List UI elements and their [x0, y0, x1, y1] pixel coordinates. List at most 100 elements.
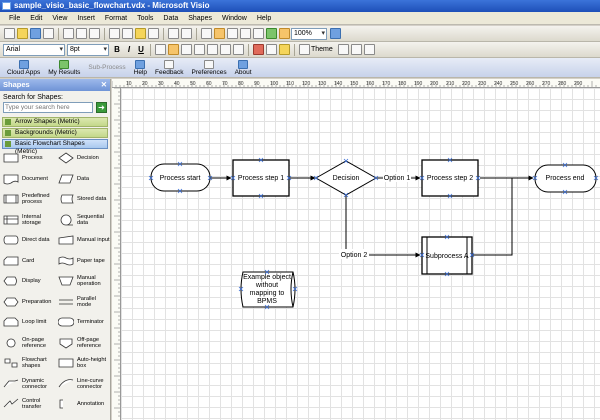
underline-button[interactable]: U	[135, 45, 147, 54]
pan-zoom-icon[interactable]	[279, 28, 290, 39]
shape-predefined-process[interactable]: Predefined process	[0, 190, 55, 208]
help-icon[interactable]	[330, 28, 341, 39]
preferences-button[interactable]: Preferences	[192, 59, 227, 76]
redo-icon[interactable]	[181, 28, 192, 39]
shape-process-step-1[interactable]: Process step 1	[232, 159, 290, 197]
menu-tools[interactable]: Tools	[132, 12, 158, 25]
shape-process-step-2[interactable]: Process step 2	[421, 159, 479, 197]
align-top-icon[interactable]	[207, 44, 218, 55]
text-tool-icon[interactable]	[227, 28, 238, 39]
copy-icon[interactable]	[122, 28, 133, 39]
menu-format[interactable]: Format	[100, 12, 132, 25]
shape-on-page-reference[interactable]: On-page reference	[0, 334, 55, 352]
justify-icon[interactable]	[194, 44, 205, 55]
pointer-tool-icon[interactable]	[201, 28, 212, 39]
menu-data[interactable]: Data	[158, 12, 183, 25]
undo-icon[interactable]	[168, 28, 179, 39]
shape-process[interactable]: Process	[0, 149, 55, 167]
italic-button[interactable]: I	[123, 45, 135, 54]
shape-dynamic-connector[interactable]: Dynamic connector	[0, 375, 55, 393]
align-bottom-icon[interactable]	[233, 44, 244, 55]
shape-line-curve-connector[interactable]: Line-curve connector	[55, 375, 110, 393]
help-button[interactable]: Help	[134, 59, 147, 76]
search-go-button[interactable]: ➜	[96, 102, 107, 113]
font-color-icon[interactable]	[253, 44, 264, 55]
print-preview-icon[interactable]	[76, 28, 87, 39]
line-tool-icon[interactable]	[240, 28, 251, 39]
shape-direct-data[interactable]: Direct data	[0, 231, 55, 249]
menu-insert[interactable]: Insert	[72, 12, 100, 25]
shape-paper-tape[interactable]: Paper tape	[55, 252, 110, 270]
fill-color-icon[interactable]	[279, 44, 290, 55]
font-select[interactable]: Arial	[3, 43, 65, 56]
save-icon[interactable]	[30, 28, 41, 39]
permission-icon[interactable]	[43, 28, 54, 39]
shape-off-page-reference[interactable]: Off-page reference	[55, 334, 110, 352]
shape-decision[interactable]: Decision	[55, 149, 110, 167]
align-left-icon[interactable]	[155, 44, 166, 55]
shape-display[interactable]: Display	[0, 272, 55, 290]
line-weight-icon[interactable]	[337, 44, 349, 55]
shapes-icon[interactable]	[266, 28, 277, 39]
spelling-icon[interactable]	[89, 28, 100, 39]
menu-edit[interactable]: Edit	[25, 12, 47, 25]
shape-loop-limit[interactable]: Loop limit	[0, 313, 55, 331]
shape-sequential-data[interactable]: Sequential data	[55, 211, 110, 229]
shape-data[interactable]: Data	[55, 170, 110, 188]
line-color-icon[interactable]	[266, 44, 277, 55]
shape-process-end[interactable]: Process end	[534, 164, 597, 193]
feedback-button[interactable]: Feedback	[155, 59, 184, 76]
menu-file[interactable]: File	[4, 12, 25, 25]
stencil-backgrounds[interactable]: Backgrounds (Metric)	[2, 128, 108, 138]
about-button[interactable]: About	[235, 59, 252, 76]
shape-manual-operation[interactable]: Manual operation	[55, 272, 110, 290]
open-icon[interactable]	[17, 28, 28, 39]
menu-help[interactable]: Help	[252, 12, 276, 25]
shape-preparation[interactable]: Preparation	[0, 293, 55, 311]
font-size-select[interactable]: 8pt	[67, 43, 109, 56]
cloud-apps-button[interactable]: Cloud Apps	[7, 59, 40, 76]
menu-shapes[interactable]: Shapes	[183, 12, 217, 25]
shape-document[interactable]: Document	[0, 170, 55, 188]
shape-internal-storage[interactable]: Internal storage	[0, 211, 55, 229]
shape-subprocess-a[interactable]: Subprocess A	[421, 236, 473, 275]
stencil-arrow-shapes[interactable]: Arrow Shapes (Metric)	[2, 117, 108, 127]
zoom-select[interactable]: 100%	[291, 27, 327, 40]
shape-process-start[interactable]: Process start	[150, 163, 211, 192]
print-icon[interactable]	[63, 28, 74, 39]
close-icon[interactable]: ✕	[101, 79, 107, 91]
search-input[interactable]	[3, 102, 93, 113]
connector-option2[interactable]	[345, 194, 421, 258]
shape-annotation[interactable]: Annotation	[55, 395, 110, 413]
align-center-icon[interactable]	[168, 44, 179, 55]
stencil-basic-flowchart[interactable]: Basic Flowchart Shapes (Metric)	[2, 139, 108, 155]
shape-decision[interactable]: Decision	[314, 160, 378, 196]
menu-window[interactable]: Window	[217, 12, 252, 25]
connector-tool-icon[interactable]	[214, 28, 225, 39]
menu-view[interactable]: View	[47, 12, 72, 25]
align-right-icon[interactable]	[181, 44, 192, 55]
shape-control-transfer[interactable]: Control transfer	[0, 395, 55, 413]
theme-button[interactable]: Theme	[311, 46, 333, 53]
theme-icon[interactable]	[299, 44, 310, 55]
shape-auto-height-box[interactable]: Auto-height box	[55, 354, 110, 372]
format-painter-icon[interactable]	[148, 28, 159, 39]
shape-stored-data[interactable]: Stored data	[55, 190, 110, 208]
shape-manual-input[interactable]: Manual input	[55, 231, 110, 249]
drawing-canvas[interactable]: Process start Process step 1 Decision Pr…	[121, 88, 600, 420]
line-pattern-icon[interactable]	[350, 44, 362, 55]
stamp-tool-icon[interactable]	[253, 28, 264, 39]
shape-example-object[interactable]: Example object without mapping to BPMS	[240, 271, 296, 308]
paste-icon[interactable]	[135, 28, 146, 39]
bold-button[interactable]: B	[111, 45, 123, 54]
align-middle-icon[interactable]	[220, 44, 231, 55]
cut-icon[interactable]	[109, 28, 120, 39]
shape-card[interactable]: Card	[0, 252, 55, 270]
shape-flowchart-shapes[interactable]: Flowchart shapes	[0, 354, 55, 372]
new-icon[interactable]	[4, 28, 15, 39]
shape-terminator[interactable]: Terminator	[55, 313, 110, 331]
my-results-button[interactable]: My Results	[48, 59, 80, 76]
sub-process-button[interactable]: Sub-Process	[88, 64, 125, 71]
shape-parallel-mode[interactable]: Parallel mode	[55, 293, 110, 311]
line-ends-icon[interactable]	[363, 44, 375, 55]
